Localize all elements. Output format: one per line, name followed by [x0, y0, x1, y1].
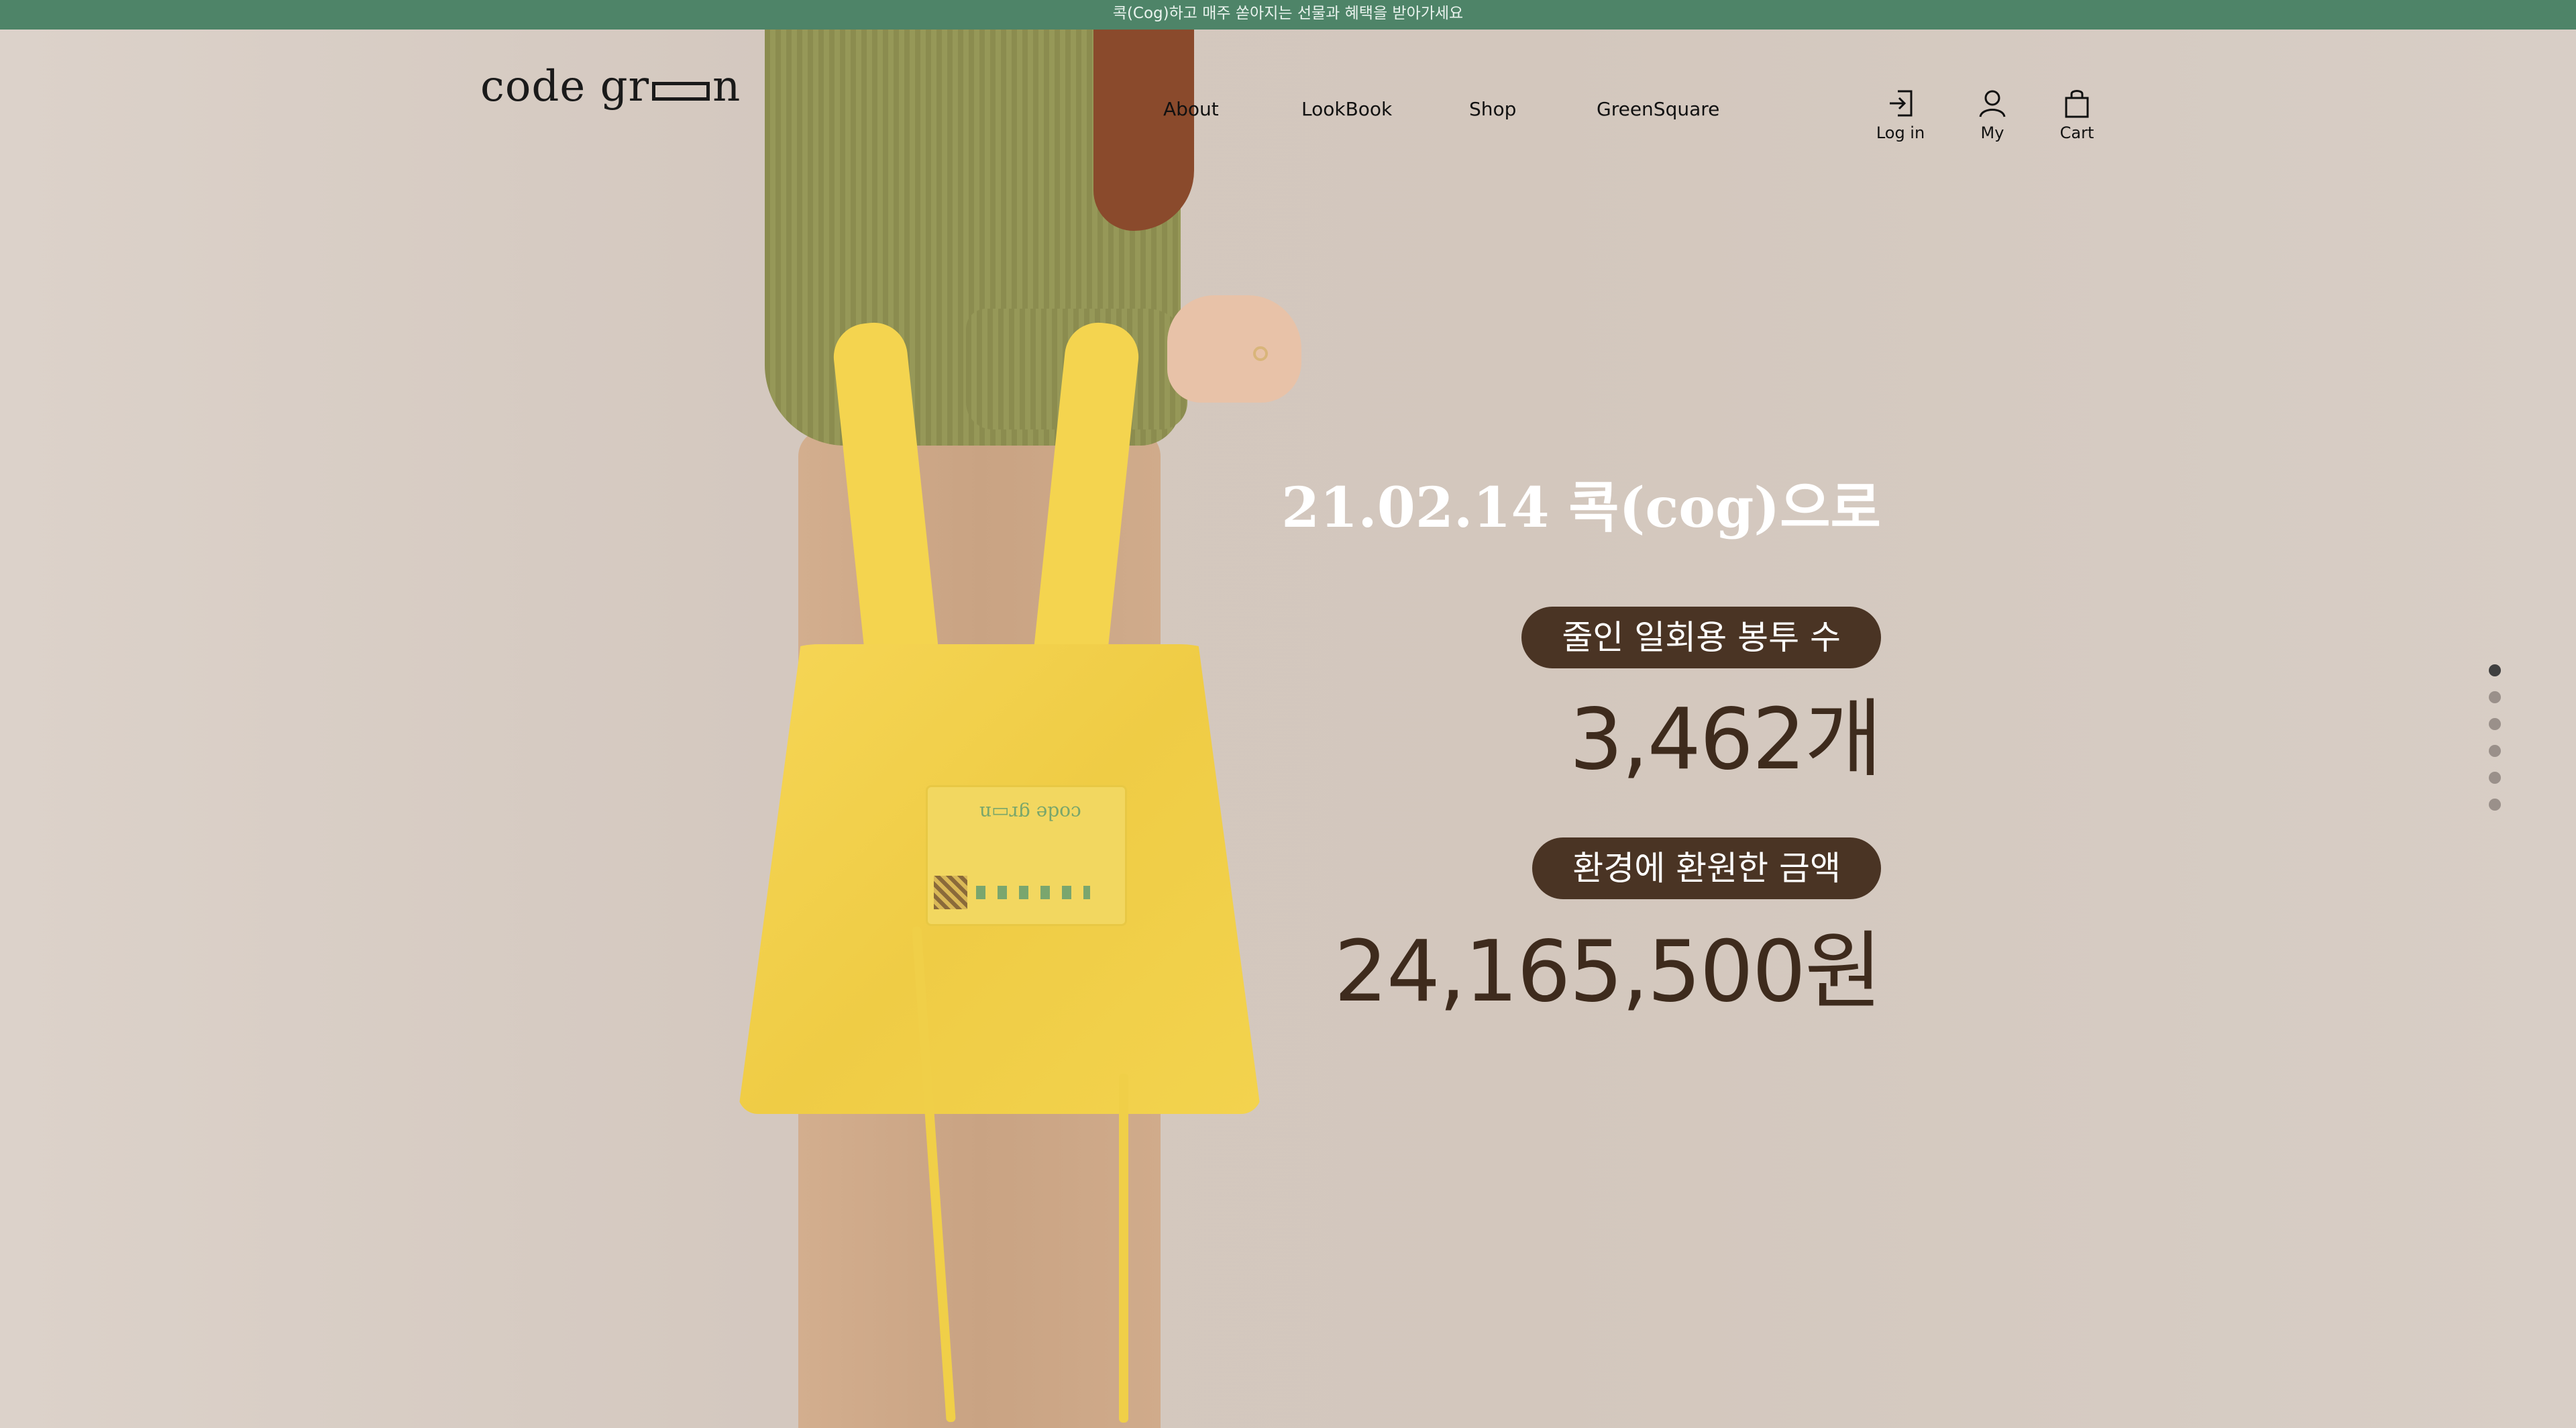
bag-care-icons [976, 886, 1090, 899]
logo-text-start: code gr [480, 62, 650, 111]
pagination-dot-1[interactable] [2489, 664, 2501, 676]
ring-icon [1253, 346, 1268, 361]
logo-box-icon [652, 82, 710, 101]
pagination-dot-4[interactable] [2489, 745, 2501, 757]
pagination-dot-5[interactable] [2489, 772, 2501, 784]
hero-hand [1167, 295, 1301, 403]
logo-text-end: n [712, 62, 741, 111]
nav-about[interactable]: About [1163, 98, 1219, 120]
stat-bags-value: 3,462개 [1569, 690, 1882, 788]
stat-amount-label: 환경에 환원한 금액 [1532, 837, 1881, 899]
my-page-button[interactable]: My [1952, 87, 2033, 142]
hero-hair [1093, 30, 1194, 231]
my-label: My [1980, 123, 2004, 142]
login-icon [1890, 90, 1913, 117]
shopping-bag-icon [2065, 90, 2089, 118]
login-label: Log in [1876, 123, 1925, 142]
login-button[interactable]: Log in [1860, 87, 1941, 142]
qr-code-icon [934, 876, 967, 909]
pagination-dot-6[interactable] [2489, 799, 2501, 811]
hero-headline: 21.02.14 콕(cog)으로 [1281, 476, 1881, 540]
pagination-dot-2[interactable] [2489, 691, 2501, 703]
announcement-text: 콕(Cog)하고 매주 쏟아지는 선물과 혜택을 받아가세요 [1112, 5, 1464, 22]
nav-shop[interactable]: Shop [1469, 98, 1516, 120]
pagination-dot-3[interactable] [2489, 718, 2501, 730]
cart-button[interactable]: Cart [2037, 87, 2117, 142]
hero-banner: code gr▭n [0, 0, 2576, 1428]
bag-logo-icon: code gr▭n [979, 802, 1081, 824]
stat-amount-value: 24,165,500원 [1334, 922, 1882, 1021]
cart-label: Cart [2059, 123, 2094, 142]
user-icon [1979, 90, 2006, 117]
nav-greensquare[interactable]: GreenSquare [1597, 98, 1719, 120]
bag-strap-right [1119, 1074, 1128, 1423]
brand-logo[interactable]: code gr n [480, 62, 741, 111]
announcement-bar[interactable]: 콕(Cog)하고 매주 쏟아지는 선물과 혜택을 받아가세요 [0, 0, 2576, 30]
stat-bags-label: 줄인 일회용 봉투 수 [1521, 607, 1881, 668]
nav-lookbook[interactable]: LookBook [1301, 98, 1392, 120]
slide-pagination [2489, 664, 2501, 825]
